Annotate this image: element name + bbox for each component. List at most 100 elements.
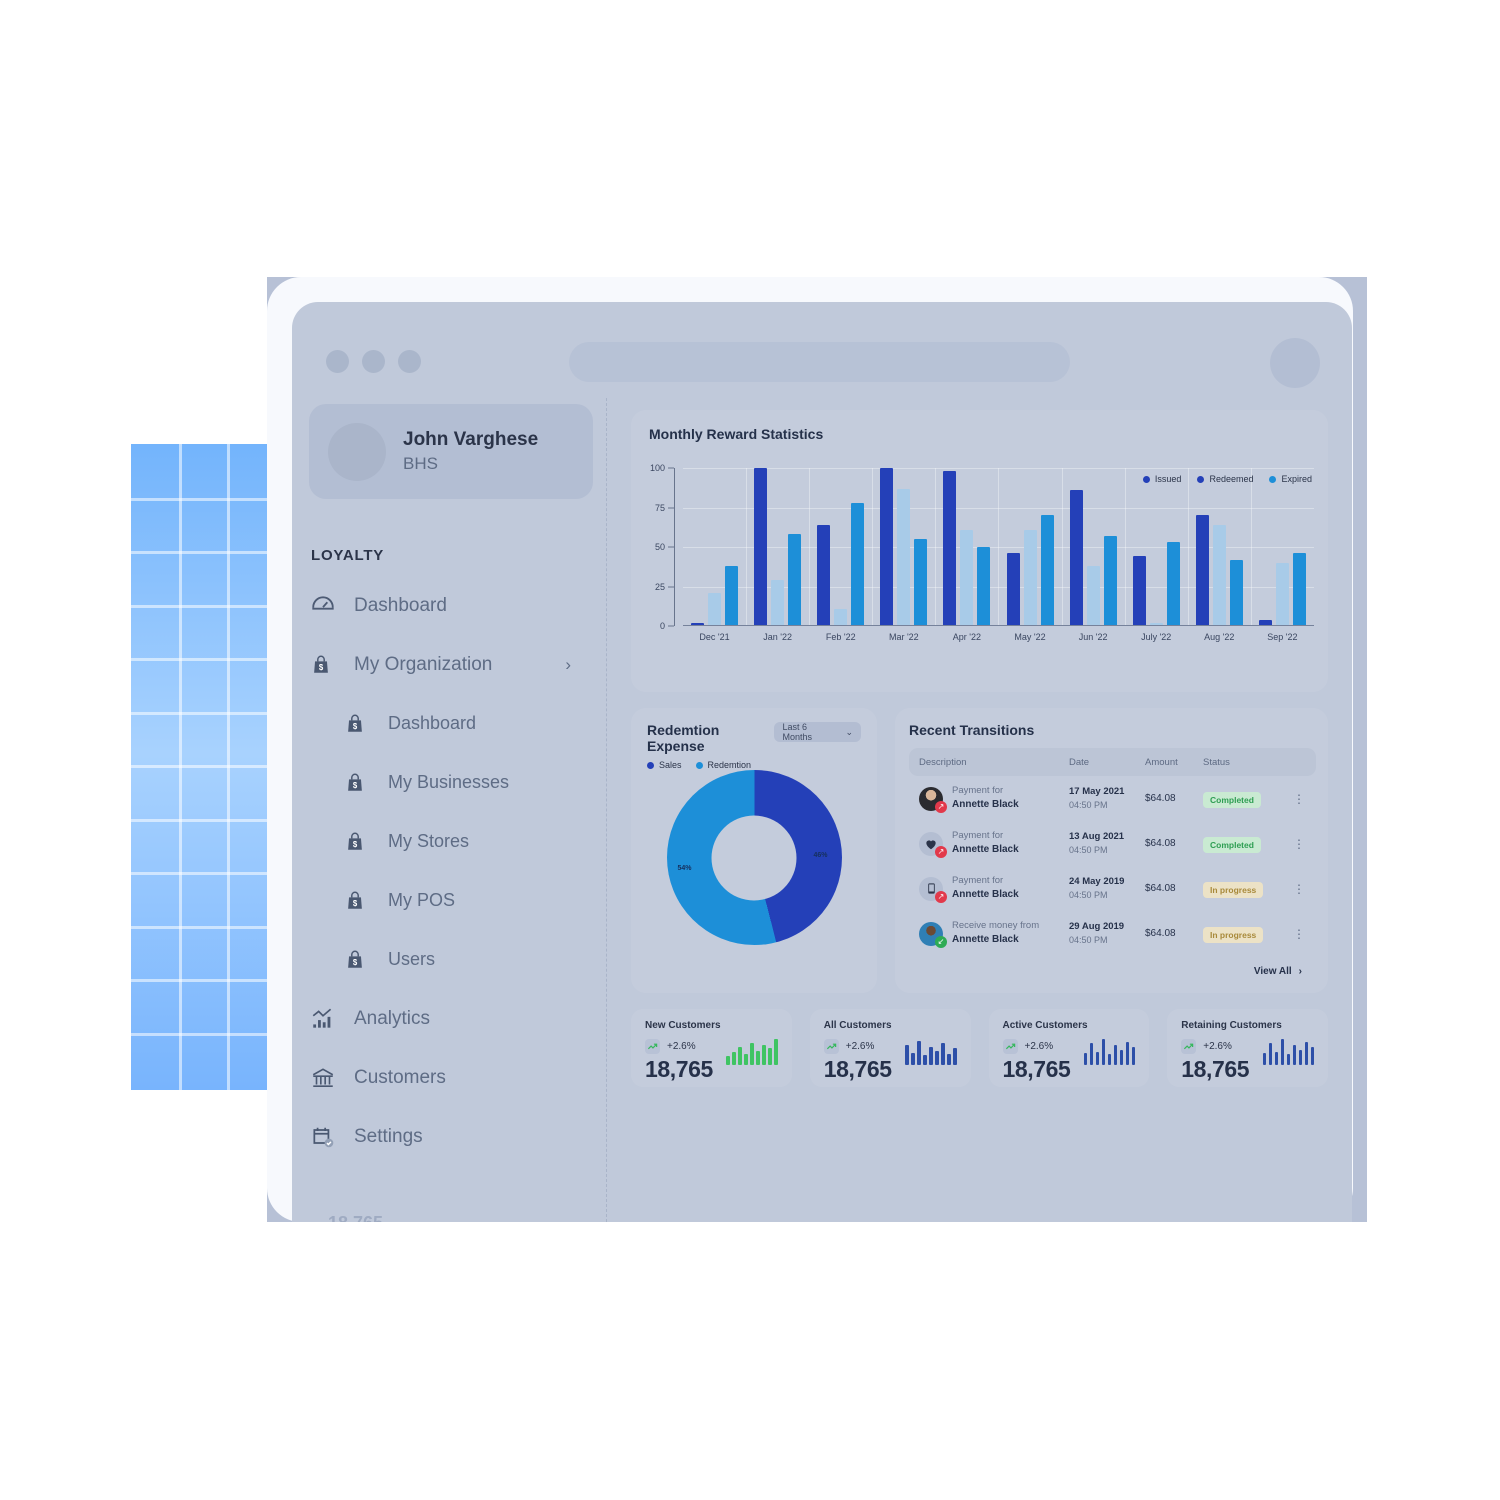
sidebar-item-analytics[interactable]: Analytics <box>292 989 607 1048</box>
sidebar-item-customers[interactable]: Customers <box>292 1048 607 1107</box>
sparkline-bar <box>953 1048 957 1065</box>
sparkline-bar <box>1101 1039 1106 1065</box>
trend-up-icon <box>1181 1039 1197 1054</box>
cell-date: 24 May 2019 04:50 PM <box>1069 876 1145 901</box>
x-tick-label: Sep '22 <box>1267 632 1298 642</box>
table-body: ↗ Payment for Annette Black 17 May 2021 04:5… <box>909 776 1316 956</box>
sparkline-bar <box>738 1047 742 1065</box>
y-tick-mark <box>668 625 674 627</box>
sparkline-bar <box>1286 1054 1290 1065</box>
gauge-icon <box>310 593 354 619</box>
table-row[interactable]: ↗ Payment for Annette Black 13 Aug 2021 04:5… <box>909 821 1316 866</box>
profile-org: BHS <box>403 453 438 473</box>
row-menu-icon[interactable]: ⋮ <box>1293 882 1306 896</box>
grid-line-horizontal <box>131 1032 276 1036</box>
cell-description: ↗ Payment for Annette Black <box>919 830 1069 858</box>
sidebar-item-dashboard[interactable]: $ Dashboard <box>292 694 607 753</box>
bar-group <box>935 468 998 626</box>
profile-avatar <box>328 422 386 481</box>
bar-issued <box>817 524 831 626</box>
bag-dollar-icon: $ <box>344 949 388 971</box>
row-menu-icon[interactable]: ⋮ <box>1293 792 1306 806</box>
bar-redeemed <box>1086 565 1100 626</box>
arrow-out-icon: ↗ <box>935 890 947 903</box>
sidebar-item-label: My POS <box>388 890 456 910</box>
legend-item-issued[interactable]: Issued <box>1142 474 1181 484</box>
cell-status: In progress <box>1203 925 1293 943</box>
grid-line-vertical <box>998 468 1000 626</box>
sidebar-item-dashboard[interactable]: Dashboard <box>292 576 607 635</box>
sidebar-item-my-businesses[interactable]: $ My Businesses <box>292 753 607 812</box>
phone-icon: ↗ <box>919 876 947 903</box>
row-menu-icon[interactable]: ⋮ <box>1293 837 1306 851</box>
sidebar-item-my-stores[interactable]: $ My Stores <box>292 812 607 871</box>
y-tick-label: 25 <box>654 581 665 592</box>
maximize-dot-icon[interactable] <box>398 350 421 373</box>
chevron-right-icon[interactable]: › <box>565 655 571 675</box>
bar-redeemed <box>771 580 785 626</box>
stat-card-retaining-customers[interactable]: Retaining Customers +2.6% 18,765 <box>1167 1009 1328 1087</box>
row-menu-icon[interactable]: ⋮ <box>1293 927 1306 941</box>
bar-group <box>1187 468 1251 626</box>
legend-dot <box>647 761 654 769</box>
bar-expired <box>788 534 802 626</box>
trend-up-icon <box>1002 1039 1018 1054</box>
profile-card[interactable]: John Varghese BHS <box>309 404 593 499</box>
stat-cards: New Customers +2.6% 18,765 All Customers +2.… <box>631 1009 1328 1087</box>
avatar[interactable] <box>1270 338 1320 388</box>
sidebar-item-users[interactable]: $ Users <box>292 930 607 989</box>
y-tick-mark <box>668 586 674 587</box>
donut-legend-item-sales[interactable]: Sales <box>647 760 682 770</box>
cell-amount: $64.08 <box>1145 793 1176 804</box>
date-value: 17 May 2021 <box>1069 786 1125 798</box>
description-line2: Annette Black <box>952 844 1019 856</box>
grid-line-vertical <box>1124 468 1126 626</box>
sparkline-bar <box>1262 1053 1266 1065</box>
bar-redeemed <box>897 488 911 626</box>
y-tick-label: 100 <box>649 463 665 473</box>
stat-card-all-customers[interactable]: All Customers +2.6% 18,765 <box>809 1009 971 1087</box>
sidebar: John Varghese BHS LOYALTY Dashboard $ My O… <box>292 398 607 1222</box>
donut-label-sales: 46% <box>813 852 828 860</box>
sidebar-item-my-pos[interactable]: $ My POS <box>292 871 607 930</box>
y-tick-mark <box>668 507 674 508</box>
donut-legend-item-redemtion[interactable]: Redemtion <box>695 760 751 770</box>
table-row[interactable]: ↗ Payment for Annette Black 24 May 2019 04:5… <box>909 866 1316 911</box>
table-row[interactable]: ↗ Payment for Annette Black 17 May 2021 04:5… <box>909 776 1316 821</box>
svg-text:$: $ <box>319 663 324 672</box>
bar-expired <box>725 565 739 626</box>
sparkline-bar <box>762 1045 766 1065</box>
view-all-button[interactable]: View All › <box>909 956 1316 977</box>
cell-status: Completed <box>1203 835 1293 853</box>
sidebar-item-my-organization[interactable]: $ My Organization › <box>292 635 607 694</box>
sidebar-item-label: Dashboard <box>354 594 447 616</box>
date-range-select[interactable]: Last 6 Months ⌄ <box>774 722 861 742</box>
bank-icon <box>310 1065 354 1091</box>
chevron-right-icon: › <box>1298 966 1302 977</box>
svg-text:$: $ <box>353 899 358 908</box>
stat-card-new-customers[interactable]: New Customers +2.6% 18,765 <box>631 1009 792 1087</box>
address-bar[interactable] <box>569 342 1070 382</box>
grid-line-horizontal <box>131 765 276 768</box>
description-line1: Payment for <box>952 785 1004 797</box>
x-tick-label: Aug '22 <box>1204 632 1235 642</box>
sidebar-item-settings[interactable]: Settings <box>292 1107 607 1166</box>
sparkline-bar <box>1280 1039 1284 1065</box>
monthly-reward-statistics-card: Monthly Reward Statistics 0 25 50 75 100 Dec… <box>631 410 1328 692</box>
bar-chart-icon <box>310 1006 354 1032</box>
trend-up-icon <box>645 1039 660 1054</box>
minimize-dot-icon[interactable] <box>362 350 385 373</box>
stat-card-active-customers[interactable]: Active Customers +2.6% 18,765 <box>988 1009 1150 1087</box>
bar-redeemed <box>1212 524 1226 626</box>
bar-group <box>683 468 746 626</box>
legend-item-redeemed[interactable]: Redeemed <box>1197 474 1253 484</box>
bar-group <box>1250 468 1314 626</box>
chart-y-axis: 0 25 50 75 100 <box>631 463 675 631</box>
legend-item-expired[interactable]: Expired <box>1269 474 1312 484</box>
close-dot-icon[interactable] <box>326 350 349 373</box>
sparkline-bar <box>911 1053 915 1065</box>
grid-line-horizontal <box>131 872 276 875</box>
table-row[interactable]: ↙ Receive money from Annette Black 29 Aug 2… <box>909 911 1316 956</box>
bar-group <box>746 468 809 626</box>
sparkline-bar <box>905 1045 909 1065</box>
